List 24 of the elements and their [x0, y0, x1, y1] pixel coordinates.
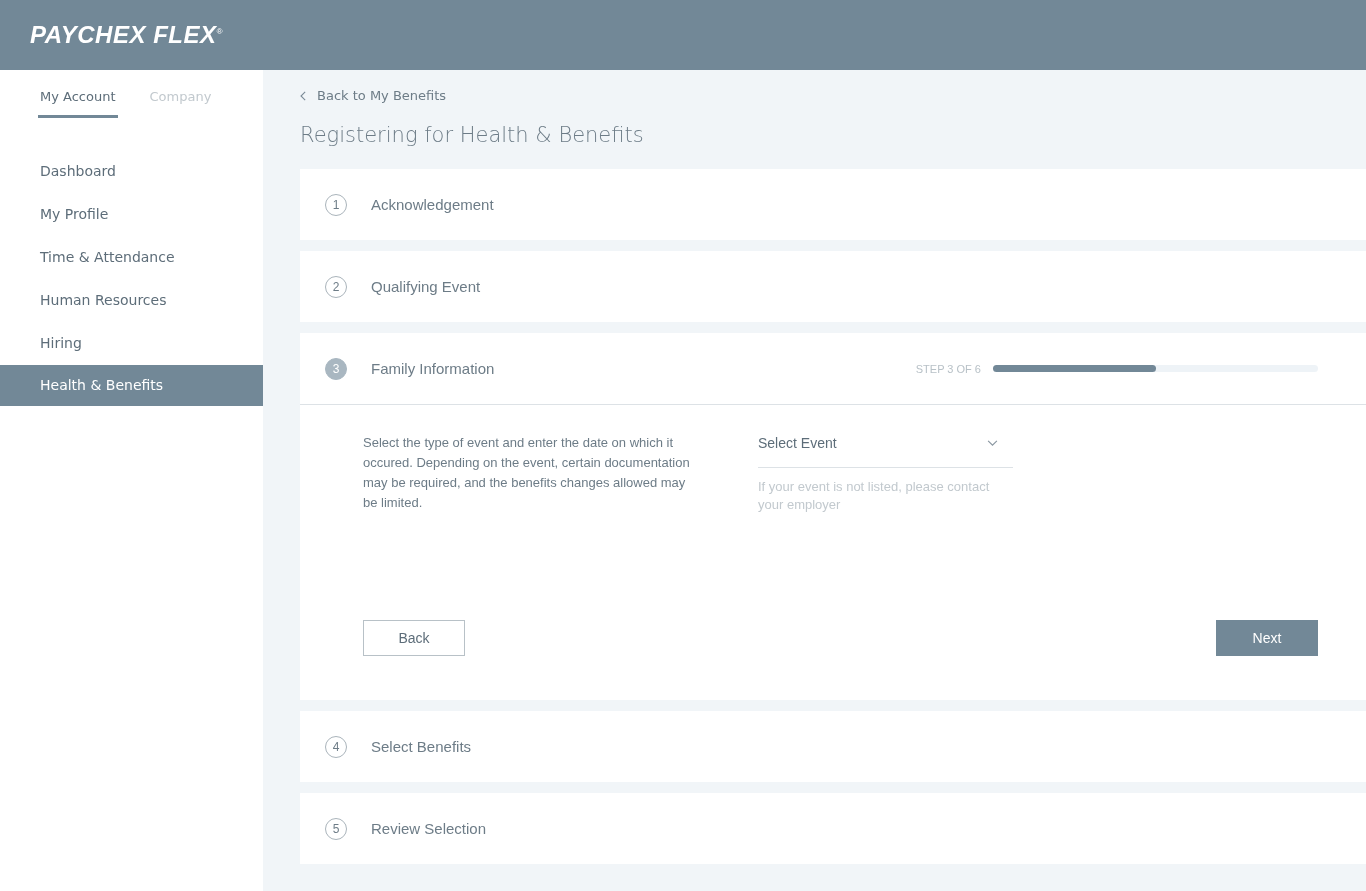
next-button[interactable]: Next	[1216, 620, 1318, 656]
sidebar-item[interactable]: Hiring	[0, 322, 263, 365]
back-button[interactable]: Back	[363, 620, 465, 656]
step-title[interactable]: Review Selection	[371, 820, 487, 837]
event-select[interactable]: Select Event	[758, 433, 1013, 468]
logo[interactable]: PAYCHEX FLEX$^{®}$	[30, 21, 223, 49]
step-title[interactable]: Qualifying Event	[371, 278, 481, 295]
chevron-left-icon	[300, 90, 307, 101]
hint-text: If your event is not listed, please contact your employer	[758, 478, 991, 514]
account-tab[interactable]: My Account	[38, 88, 118, 118]
description: Select the type of event and enter the date on which it occured. Depending on the event, certain documentation may be required, and the benefits changes allowed may be limited.	[363, 434, 691, 512]
step-title[interactable]: Select Benefits	[371, 738, 472, 755]
sidebar-item[interactable]: Time & Attendance	[0, 236, 263, 279]
sidebar-item[interactable]: Health & Benefits	[0, 365, 263, 406]
sidebar-item[interactable]: Dashboard	[0, 150, 263, 193]
step-number: 3	[325, 357, 347, 380]
step-title[interactable]: Family Information	[371, 360, 495, 377]
sidebar-item[interactable]: Human Resources	[0, 279, 263, 322]
chevron-down-icon	[987, 439, 998, 447]
page-title: Registering for Health & Benefits	[300, 123, 645, 147]
step-title[interactable]: Acknowledgement	[371, 196, 494, 213]
back-link[interactable]: Back to My Benefits	[300, 88, 1366, 103]
progress-label: STEP 3 OF 6	[915, 362, 981, 375]
sidebar-item[interactable]: My Profile	[0, 193, 263, 236]
